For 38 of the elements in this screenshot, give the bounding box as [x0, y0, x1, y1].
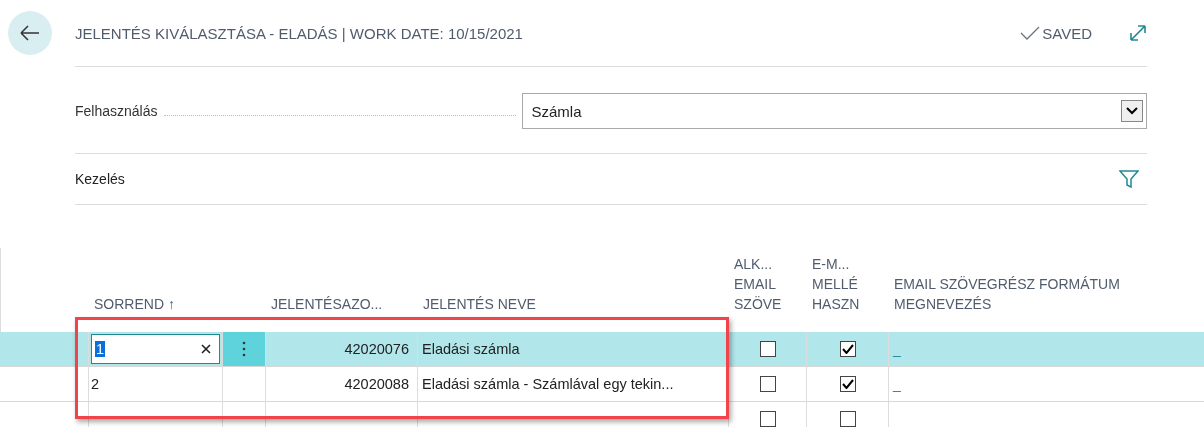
- page-title: JELENTÉS KIVÁLASZTÁSA - ELADÁS | WORK DATE: 10/15/2021: [75, 24, 524, 42]
- column-header[interactable]: EMAIL SZÖVEGRÉSZ FORMÁTUM MEGNEVEZÉS: [894, 274, 1120, 314]
- column-header[interactable]: E-M... MELLÉ HASZN: [812, 254, 860, 314]
- checkbox[interactable]: [759, 341, 776, 357]
- checkmark-icon: [1020, 26, 1041, 40]
- table-cell: 2: [91, 376, 100, 392]
- back-button[interactable]: [8, 11, 52, 55]
- table-cell: 42020088: [344, 376, 409, 392]
- close-icon[interactable]: [201, 344, 211, 354]
- table-row[interactable]: 2 42020088 Eladási számla - Számlával egy tekin... _: [0, 367, 1204, 402]
- column-header[interactable]: ALK... EMAIL SZÖVE: [734, 254, 782, 314]
- filter-icon: [1119, 169, 1139, 189]
- selected-row[interactable]: 1 42020076 Eladási számla _: [0, 332, 1204, 367]
- column-header[interactable]: JELENTÉS NEVE: [423, 294, 536, 314]
- table-cell: Eladási számla: [422, 341, 520, 357]
- checkbox[interactable]: [839, 376, 856, 392]
- checkbox[interactable]: [759, 411, 776, 427]
- table-cell: Eladási számla - Számlával egy tekin...: [422, 376, 674, 392]
- checkbox[interactable]: [759, 376, 776, 392]
- column-header[interactable]: SORREND ↑: [94, 294, 175, 314]
- check-icon: [841, 379, 854, 389]
- back-arrow-icon: [20, 25, 40, 41]
- table-cell: 42020076: [344, 341, 409, 357]
- more-dots-icon: [242, 341, 246, 357]
- checkbox[interactable]: [839, 411, 856, 427]
- expand-button[interactable]: [1128, 23, 1148, 43]
- chevron-down-icon: [1126, 107, 1138, 115]
- saved-label: SAVED: [1042, 24, 1092, 42]
- column-header[interactable]: JELENTÉSAZO...: [271, 294, 383, 314]
- expand-icon: [1128, 23, 1148, 43]
- checkbox[interactable]: [839, 341, 856, 357]
- filter-button[interactable]: [1119, 169, 1139, 189]
- check-icon: [841, 344, 854, 354]
- order-input-field[interactable]: 1: [91, 334, 220, 364]
- section-title: Kezelés: [75, 171, 125, 187]
- field-label: Felhasználás: [75, 103, 158, 119]
- usage-dropdown[interactable]: Számla: [521, 93, 1147, 129]
- format-link[interactable]: _: [893, 376, 901, 392]
